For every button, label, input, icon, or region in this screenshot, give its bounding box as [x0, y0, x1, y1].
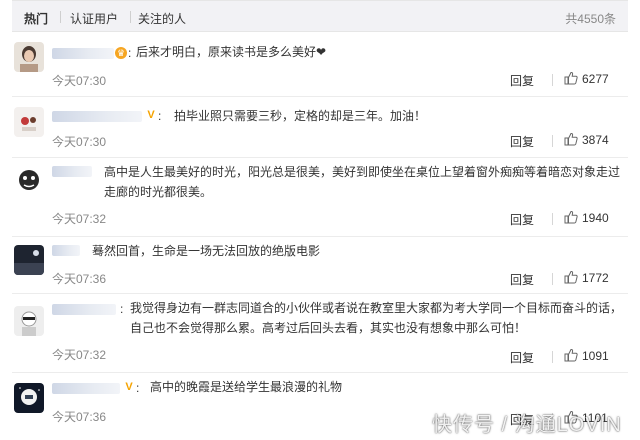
comment-text: 高中的晚霞是送给学生最浪漫的礼物: [150, 380, 343, 394]
watermark: 快传号 / 沟通LOVIN: [432, 414, 622, 436]
action-divider: [552, 273, 553, 285]
comment-text: 蓦然回首，生命是一场无法回放的绝版电影: [92, 244, 321, 258]
crown-badge-icon: ♛: [115, 47, 127, 59]
avatar[interactable]: [14, 383, 44, 413]
action-divider: [552, 135, 553, 147]
thumbs-up-icon: [564, 132, 578, 146]
tab-divider: [60, 11, 61, 23]
comment-time: 今天07:32: [52, 212, 107, 226]
avatar[interactable]: [14, 306, 44, 336]
tab-hot[interactable]: 热门: [24, 10, 48, 27]
action-divider: [552, 351, 553, 363]
avatar[interactable]: [14, 245, 44, 275]
like-count: 6277: [582, 72, 609, 86]
reply-button[interactable]: 回复: [510, 271, 534, 288]
verified-v-icon: V: [123, 381, 135, 393]
username-redacted[interactable]: [52, 111, 142, 122]
username-redacted[interactable]: [52, 304, 116, 315]
tab-verified-users[interactable]: 认证用户: [70, 10, 118, 27]
username-redacted[interactable]: [52, 48, 114, 59]
avatar[interactable]: [14, 166, 44, 196]
comment-item: V : 拍毕业照只需要三秒，定格的却是三年。加油！ 今天07:30 回复 387…: [12, 97, 628, 157]
like-count: 1940: [582, 211, 609, 225]
thumbs-up-icon: [564, 71, 578, 85]
comment-time: 今天07:36: [52, 272, 107, 286]
comment-colon: :: [128, 46, 132, 60]
action-divider: [552, 213, 553, 225]
verified-v-icon: V: [145, 109, 157, 121]
avatar[interactable]: [14, 107, 44, 137]
comment-item: : 我觉得身边有一群志同道合的小伙伴或者说在教室里大家都为考大学同一个目标而奋斗…: [12, 294, 628, 372]
comment-time: 今天07:30: [52, 74, 107, 88]
avatar[interactable]: [14, 42, 44, 72]
thumbs-up-icon: [564, 348, 578, 362]
reply-button[interactable]: 回复: [510, 72, 534, 89]
username-redacted[interactable]: [52, 245, 80, 256]
comment-text: 高中是人生最美好的时光，阳光总是很美，美好到即使坐在桌位上望着窗外痴痴等着暗恋对…: [104, 165, 621, 199]
thumbs-up-icon: [564, 270, 578, 284]
comment-text: 拍毕业照只需要三秒，定格的却是三年。加油！: [174, 109, 427, 123]
comment-time: 今天07:32: [52, 348, 107, 362]
comment-text: 后来才明白，原来读书是多么美好❤: [136, 45, 327, 59]
thumbs-up-icon: [564, 210, 578, 224]
comment-item: ♛ : 后来才明白，原来读书是多么美好❤ 今天07:30 回复 6277: [12, 34, 628, 96]
comment-filter-bar: 热门 认证用户 关注的人 共4550条: [12, 0, 628, 32]
like-count: 1772: [582, 271, 609, 285]
username-redacted[interactable]: [52, 166, 92, 177]
reply-button[interactable]: 回复: [510, 349, 534, 366]
comment-text: 我觉得身边有一群志同道合的小伙伴或者说在教室里大家都为考大学同一个目标而奋斗的话…: [130, 301, 623, 335]
reply-button[interactable]: 回复: [510, 211, 534, 228]
comment-item: 蓦然回首，生命是一场无法回放的绝版电影 今天07:36 回复 1772: [12, 237, 628, 293]
tab-following[interactable]: 关注的人: [138, 10, 186, 27]
comment-time: 今天07:30: [52, 135, 107, 149]
comment-colon: :: [120, 302, 124, 316]
comment-colon: :: [158, 109, 162, 123]
username-redacted[interactable]: [52, 383, 120, 394]
comment-time: 今天07:36: [52, 410, 107, 424]
like-count: 3874: [582, 133, 609, 147]
comment-colon: :: [136, 381, 140, 395]
reply-button[interactable]: 回复: [510, 133, 534, 150]
comment-total-count: 共4550条: [565, 12, 616, 26]
like-count: 1091: [582, 349, 609, 363]
action-divider: [552, 74, 553, 86]
comment-item: 高中是人生最美好的时光，阳光总是很美，美好到即使坐在桌位上望着窗外痴痴等着暗恋对…: [12, 158, 628, 236]
tab-divider: [130, 11, 131, 23]
